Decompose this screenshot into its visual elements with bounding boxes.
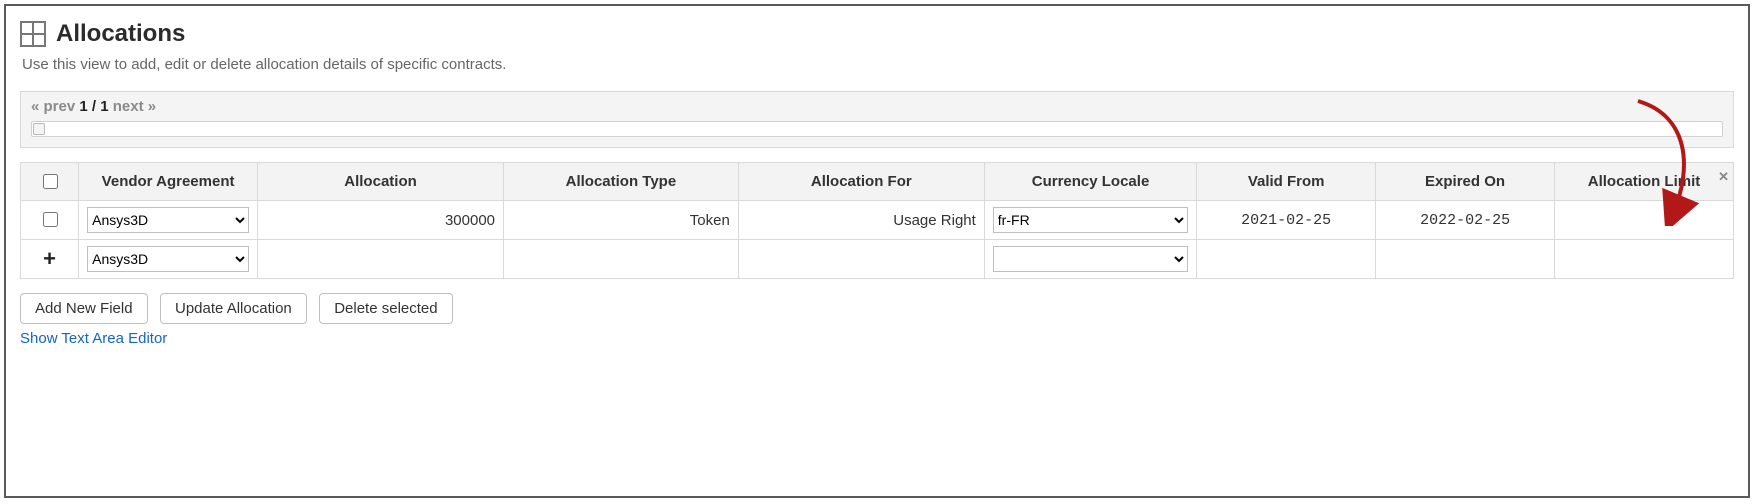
add-row-icon[interactable]: + <box>43 246 56 271</box>
select-all-checkbox[interactable] <box>43 174 58 189</box>
cell-expired-on[interactable] <box>1376 240 1555 279</box>
pager-current: 1 <box>79 98 87 115</box>
col-expired-on[interactable]: Expired On <box>1376 163 1555 201</box>
column-remove-icon[interactable]: ✕ <box>1718 169 1729 185</box>
show-text-area-editor-link[interactable]: Show Text Area Editor <box>20 330 167 347</box>
pagination-nav: « prev 1 / 1 next » <box>31 98 1723 115</box>
table-row: Ansys3D 300000 Token Usage Right fr-FR 2… <box>21 201 1734 240</box>
table-row: + Ansys3D <box>21 240 1734 279</box>
vendor-select[interactable]: Ansys3D <box>87 207 249 233</box>
currency-select[interactable]: fr-FR <box>993 207 1188 233</box>
currency-select[interactable] <box>993 246 1188 272</box>
cell-allocation[interactable]: 300000 <box>258 201 504 240</box>
cell-expired-on[interactable]: 2022-02-25 <box>1376 201 1555 240</box>
pager-prev[interactable]: « prev <box>31 98 75 115</box>
col-select-all <box>21 163 79 201</box>
allocations-panel: Allocations Use this view to add, edit o… <box>4 4 1750 498</box>
col-valid-from[interactable]: Valid From <box>1197 163 1376 201</box>
add-new-field-button[interactable]: Add New Field <box>20 293 148 324</box>
page-subtitle: Use this view to add, edit or delete all… <box>22 56 1734 73</box>
cell-allocation-limit[interactable] <box>1555 201 1734 240</box>
allocations-table: Vendor Agreement Allocation Allocation T… <box>20 162 1734 279</box>
pager-sep: / <box>92 98 96 115</box>
cell-valid-from[interactable] <box>1197 240 1376 279</box>
col-allocation-type[interactable]: Allocation Type <box>504 163 739 201</box>
cell-allocation-type[interactable] <box>504 240 739 279</box>
col-allocation-limit-label: Allocation Limit <box>1588 173 1701 190</box>
pager-next[interactable]: next » <box>113 98 156 115</box>
cell-allocation-limit[interactable] <box>1555 240 1734 279</box>
table-header-row: Vendor Agreement Allocation Allocation T… <box>21 163 1734 201</box>
cell-allocation-for[interactable] <box>738 240 984 279</box>
cell-valid-from[interactable]: 2021-02-25 <box>1197 201 1376 240</box>
delete-selected-button[interactable]: Delete selected <box>319 293 452 324</box>
grid-icon <box>20 21 46 47</box>
action-buttons: Add New Field Update Allocation Delete s… <box>20 293 1734 324</box>
col-allocation-limit[interactable]: Allocation Limit ✕ <box>1555 163 1734 201</box>
page-title: Allocations <box>56 20 185 48</box>
update-allocation-button[interactable]: Update Allocation <box>160 293 307 324</box>
col-currency-locale[interactable]: Currency Locale <box>984 163 1196 201</box>
cell-allocation-type[interactable]: Token <box>504 201 739 240</box>
cell-allocation[interactable] <box>258 240 504 279</box>
cell-allocation-for[interactable]: Usage Right <box>738 201 984 240</box>
pager-total: 1 <box>100 98 108 115</box>
col-allocation-for[interactable]: Allocation For <box>738 163 984 201</box>
col-allocation[interactable]: Allocation <box>258 163 504 201</box>
pager-thumb[interactable] <box>33 123 45 135</box>
pagination-box: « prev 1 / 1 next » <box>20 91 1734 148</box>
row-checkbox[interactable] <box>43 212 58 227</box>
panel-header: Allocations <box>20 20 1734 48</box>
vendor-select[interactable]: Ansys3D <box>87 246 249 272</box>
col-vendor-agreement[interactable]: Vendor Agreement <box>79 163 258 201</box>
pager-slider[interactable] <box>31 121 1723 137</box>
